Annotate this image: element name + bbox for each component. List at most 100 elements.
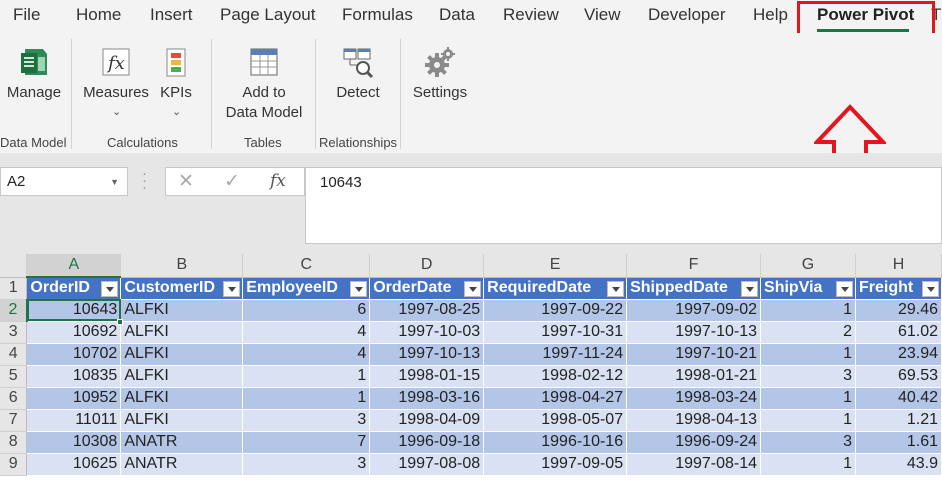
tab-data[interactable]: Data [439,5,475,25]
filter-dropdown-icon[interactable] [223,280,241,297]
table-cell[interactable]: 61.02 [855,321,942,344]
row-header-5[interactable]: 5 [0,365,28,388]
table-cell[interactable]: ANATR [120,431,244,454]
table-header-cell[interactable]: RequiredDate [483,277,628,300]
kpis-button[interactable]: KPIs [156,45,196,103]
table-cell[interactable]: 29.46 [855,299,942,322]
column-header-d[interactable]: D [369,254,485,278]
table-cell[interactable]: ALFKI [120,343,244,366]
filter-dropdown-icon[interactable] [741,280,759,297]
table-cell[interactable]: 10625 [26,453,122,476]
column-header-f[interactable]: F [626,254,762,278]
table-cell[interactable]: 3 [760,365,856,388]
column-header-g[interactable]: G [760,254,856,278]
tab-insert[interactable]: Insert [150,5,193,25]
name-box[interactable]: A2 ▼ [0,167,128,196]
detect-button[interactable]: Detect [328,45,388,103]
tab-review[interactable]: Review [503,5,559,25]
insert-function-icon[interactable]: fx [270,171,286,191]
column-header-h[interactable]: H [855,254,942,278]
table-header-cell[interactable]: Freight [855,277,942,300]
table-header-cell[interactable]: EmployeeID [242,277,371,300]
table-cell[interactable]: 1997-10-31 [483,321,628,344]
table-cell[interactable]: 1997-08-14 [626,453,762,476]
table-cell[interactable]: ANATR [120,453,244,476]
table-cell[interactable]: 6 [242,299,371,322]
table-cell[interactable]: 3 [242,453,371,476]
name-box-dropdown-icon[interactable]: ▼ [110,177,119,187]
table-header-cell[interactable]: OrderID [26,277,122,300]
table-cell[interactable]: ALFKI [120,321,244,344]
table-cell[interactable]: 1 [760,387,856,410]
column-header-b[interactable]: B [120,254,244,278]
table-cell[interactable]: 10692 [26,321,122,344]
table-cell[interactable]: 1998-05-07 [483,409,628,432]
table-cell[interactable]: 4 [242,343,371,366]
select-all-corner[interactable] [0,254,28,278]
measures-dropdown-icon[interactable]: ⌄ [112,105,121,118]
formula-input[interactable]: 10643 [305,167,942,244]
table-header-cell[interactable]: ShipVia [760,277,856,300]
tab-file[interactable]: File [13,5,40,25]
table-cell[interactable]: 4 [242,321,371,344]
table-cell[interactable]: 69.53 [855,365,942,388]
row-header-3[interactable]: 3 [0,321,28,344]
table-cell[interactable]: 1.21 [855,409,942,432]
column-header-e[interactable]: E [483,254,628,278]
table-cell[interactable]: 1997-10-13 [369,343,485,366]
add-to-data-model-button[interactable]: Add to Data Model [218,45,310,123]
table-header-cell[interactable]: ShippedDate [626,277,762,300]
row-header-2[interactable]: 2 [0,299,28,322]
filter-dropdown-icon[interactable] [350,280,368,297]
table-cell[interactable]: 1998-04-13 [626,409,762,432]
table-cell[interactable]: 1998-02-12 [483,365,628,388]
row-header-8[interactable]: 8 [0,431,28,454]
table-cell[interactable]: ALFKI [120,387,244,410]
table-cell[interactable]: 1 [242,387,371,410]
filter-dropdown-icon[interactable] [835,280,853,297]
formula-bar-grip-icon[interactable]: · · · [142,166,148,195]
tab-developer[interactable]: Developer [648,5,726,25]
worksheet-grid[interactable]: A B C D E F G H 1 OrderID CustomerID EmployeeID Orde… [0,254,942,480]
table-cell[interactable]: ALFKI [120,409,244,432]
manage-button[interactable]: Manage [4,45,64,103]
filter-dropdown-icon[interactable] [607,280,625,297]
row-header-9[interactable]: 9 [0,453,28,476]
settings-button[interactable]: Settings [408,45,472,103]
table-cell[interactable]: 1998-03-16 [369,387,485,410]
table-cell[interactable]: 1 [760,453,856,476]
measures-button[interactable]: fx Measures [82,45,150,103]
table-cell[interactable]: 1997-10-03 [369,321,485,344]
table-cell[interactable]: 1997-08-25 [369,299,485,322]
tab-page-layout[interactable]: Page Layout [220,5,315,25]
table-cell[interactable]: 1997-09-02 [626,299,762,322]
table-cell[interactable]: 1997-09-05 [483,453,628,476]
table-cell[interactable]: 23.94 [855,343,942,366]
tab-home[interactable]: Home [76,5,121,25]
table-cell[interactable]: 10835 [26,365,122,388]
tab-formulas[interactable]: Formulas [342,5,413,25]
row-header-7[interactable]: 7 [0,409,28,432]
filter-dropdown-icon[interactable] [922,280,939,297]
table-cell[interactable]: 1997-09-22 [483,299,628,322]
tab-view[interactable]: View [584,5,621,25]
table-cell[interactable]: 11011 [26,409,122,432]
table-cell[interactable]: 2 [760,321,856,344]
column-header-c[interactable]: C [242,254,371,278]
enter-icon[interactable]: ✓ [224,170,240,193]
table-cell[interactable]: 40.42 [855,387,942,410]
table-cell[interactable]: 1996-09-24 [626,431,762,454]
table-cell[interactable]: 1998-01-15 [369,365,485,388]
table-cell[interactable]: 3 [760,431,856,454]
row-header-4[interactable]: 4 [0,343,28,366]
column-header-a[interactable]: A [26,254,122,278]
table-cell[interactable]: 1 [760,299,856,322]
fill-handle[interactable] [117,319,123,325]
table-cell[interactable]: 1997-08-08 [369,453,485,476]
table-cell[interactable]: 3 [242,409,371,432]
table-cell[interactable]: 10952 [26,387,122,410]
table-cell[interactable]: ALFKI [120,299,244,322]
table-cell[interactable]: 1997-10-13 [626,321,762,344]
table-cell[interactable]: 1997-10-21 [626,343,762,366]
kpis-dropdown-icon[interactable]: ⌄ [172,105,181,118]
